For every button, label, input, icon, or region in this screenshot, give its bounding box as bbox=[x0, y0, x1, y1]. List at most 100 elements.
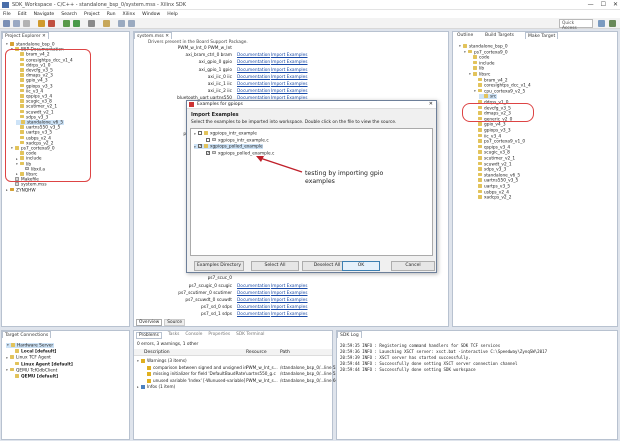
quick-access-field[interactable]: Quick Access bbox=[559, 19, 593, 31]
tab-system-mss[interactable]: system.mss ✕ bbox=[134, 32, 172, 39]
documentation-link[interactable]: Documentation bbox=[237, 305, 270, 310]
program-fpga-icon[interactable] bbox=[48, 20, 55, 27]
example-checkbox[interactable]: ✓ bbox=[198, 144, 202, 148]
outline-item[interactable]: iic_v3_4 bbox=[474, 133, 501, 139]
close-button[interactable]: ✕ bbox=[613, 1, 618, 8]
menu-search[interactable]: Search bbox=[61, 12, 77, 17]
documentation-link[interactable]: Documentation bbox=[237, 291, 270, 296]
example-checkbox[interactable]: ✓ bbox=[206, 150, 210, 155]
problem-row[interactable]: ▾ Warnings (3 items) bbox=[137, 358, 187, 363]
new-icon[interactable] bbox=[3, 20, 10, 27]
outline-item[interactable]: ▾ cpu_cortexa9_v2_5 bbox=[474, 88, 525, 94]
documentation-link[interactable]: Documentation bbox=[237, 312, 270, 317]
outline-item[interactable]: coresightps_dcc_v1_4 bbox=[474, 83, 531, 88]
outline-item[interactable]: ps7_cortexa9_v1_0 bbox=[474, 139, 525, 144]
outline-item[interactable]: uartns550_v3_5 bbox=[474, 178, 518, 184]
menu-edit[interactable]: Edit bbox=[18, 12, 27, 17]
connection-item[interactable]: Local [default] bbox=[11, 349, 56, 354]
tab-make-target[interactable]: Make Target bbox=[525, 32, 559, 39]
import-examples-link[interactable]: Import Examples bbox=[271, 291, 308, 296]
external-tools-icon[interactable] bbox=[88, 20, 95, 27]
outline-item[interactable]: scutimer_v2_1 bbox=[474, 156, 515, 161]
outline-item[interactable]: usbps_v2_4 bbox=[474, 189, 509, 195]
outline-item[interactable]: include bbox=[469, 60, 495, 66]
tab-target-connections[interactable]: Target Connections bbox=[2, 331, 52, 338]
import-examples-link[interactable]: Import Examples bbox=[271, 305, 308, 310]
tab-build-targets[interactable]: Build Targets bbox=[483, 32, 516, 39]
save-all-icon[interactable] bbox=[23, 20, 30, 27]
menu-window[interactable]: Window bbox=[142, 12, 160, 17]
problem-row[interactable]: comparison between signed and unsigned i… bbox=[143, 365, 247, 370]
import-examples-link[interactable]: Import Examples bbox=[271, 75, 308, 80]
documentation-link[interactable]: Documentation bbox=[237, 75, 270, 80]
forward-icon[interactable] bbox=[128, 20, 135, 27]
menu-run[interactable]: Run bbox=[107, 12, 116, 17]
perspective-cpp-icon[interactable] bbox=[598, 20, 605, 27]
import-examples-link[interactable]: Import Examples bbox=[271, 284, 308, 289]
import-examples-link[interactable]: Import Examples bbox=[271, 89, 308, 94]
search-icon[interactable] bbox=[103, 20, 110, 27]
dialog-close-button[interactable]: ✕ bbox=[429, 101, 433, 107]
import-examples-link[interactable]: Import Examples bbox=[271, 53, 308, 58]
import-examples-link[interactable]: Import Examples bbox=[271, 68, 308, 73]
outline-item[interactable]: gpiops_v3_3 bbox=[474, 128, 511, 133]
minimize-button[interactable]: — bbox=[588, 1, 594, 8]
documentation-link[interactable]: Documentation bbox=[237, 68, 270, 73]
import-examples-link[interactable]: Import Examples bbox=[271, 60, 308, 65]
tab-tasks[interactable]: Tasks bbox=[168, 332, 180, 339]
documentation-link[interactable]: Documentation bbox=[237, 284, 270, 289]
import-examples-link[interactable]: Import Examples bbox=[271, 312, 308, 317]
outline-item[interactable]: uartps_v3_5 bbox=[474, 184, 510, 189]
example-checkbox[interactable] bbox=[206, 137, 210, 142]
run-icon[interactable] bbox=[73, 20, 80, 27]
menu-file[interactable]: File bbox=[3, 12, 11, 17]
menu-navigate[interactable]: Navigate bbox=[34, 12, 55, 17]
import-examples-link[interactable]: Import Examples bbox=[271, 298, 308, 303]
explorer-item[interactable]: ▸ ZYNQHW bbox=[6, 187, 36, 193]
tab-problems[interactable]: Problems bbox=[136, 332, 162, 339]
save-icon[interactable] bbox=[13, 20, 20, 27]
outline-item[interactable]: ▾ libsrc bbox=[469, 72, 490, 77]
ok-button[interactable]: OK bbox=[342, 261, 380, 271]
problem-row[interactable]: ▸ Infos (1 item) bbox=[137, 384, 175, 389]
example-item[interactable]: ▾ ✓ xgpiops_polled_example bbox=[194, 144, 263, 150]
tab-source[interactable]: Source bbox=[164, 319, 185, 326]
outline-item[interactable]: sdps_v3_3 bbox=[474, 167, 506, 172]
select-all-button[interactable]: Select All bbox=[251, 261, 299, 271]
example-checkbox[interactable] bbox=[198, 131, 202, 135]
problem-row[interactable]: missing initializer for field 'DefaultBa… bbox=[143, 371, 246, 376]
problem-row[interactable]: unused variable 'Index' [-Wunused-variab… bbox=[143, 378, 245, 383]
outline-item[interactable]: xadcps_v2_2 bbox=[474, 195, 512, 200]
tab-properties[interactable]: Properties bbox=[208, 332, 230, 339]
tab-overview[interactable]: Overview bbox=[136, 319, 163, 326]
connection-item[interactable]: ▾ QEMU TcfGdbClient bbox=[6, 367, 57, 373]
perspective-debug-icon[interactable] bbox=[609, 20, 616, 27]
outline-item[interactable]: qspips_v3_4 bbox=[474, 144, 510, 150]
outline-item[interactable]: standalone_v6_5 bbox=[474, 172, 520, 178]
col-path[interactable]: Path bbox=[280, 350, 290, 355]
col-description[interactable]: Description bbox=[144, 350, 170, 355]
example-item[interactable]: ▾ xgpiops_intr_example bbox=[194, 131, 257, 137]
menu-xilinx[interactable]: Xilinx bbox=[123, 12, 136, 17]
menu-project[interactable]: Project bbox=[84, 12, 100, 17]
tab-outline[interactable]: Outline bbox=[455, 32, 475, 39]
tab-sdk-terminal[interactable]: SDK Terminal bbox=[236, 332, 264, 339]
outline-item[interactable]: src bbox=[479, 94, 498, 100]
tab-sdk-log[interactable]: SDK Log bbox=[337, 331, 362, 338]
tab-project-explorer[interactable]: Project Explorer ✕ bbox=[2, 32, 49, 39]
documentation-link[interactable]: Documentation bbox=[237, 82, 270, 87]
outline-item[interactable]: code bbox=[469, 55, 489, 60]
examples-directory-button[interactable]: Examples Directory bbox=[194, 261, 244, 271]
connection-item[interactable]: QEMU [default] bbox=[11, 374, 58, 379]
connection-item[interactable]: ▾ Linux TCF Agent bbox=[6, 355, 51, 361]
outline-item[interactable]: gpio_v4_3 bbox=[474, 122, 506, 128]
menu-help[interactable]: Help bbox=[167, 12, 177, 17]
debug-icon[interactable] bbox=[63, 20, 70, 27]
col-resource[interactable]: Resource bbox=[246, 350, 267, 355]
cancel-button[interactable]: Cancel bbox=[391, 261, 435, 271]
outline-item[interactable]: scuwdt_v2_1 bbox=[474, 161, 512, 167]
connection-item[interactable]: ▾ Hardware Server bbox=[6, 343, 55, 348]
documentation-link[interactable]: Documentation bbox=[237, 60, 270, 65]
outline-item[interactable]: scugic_v3_8 bbox=[474, 150, 510, 156]
maximize-button[interactable]: ☐ bbox=[601, 1, 606, 8]
